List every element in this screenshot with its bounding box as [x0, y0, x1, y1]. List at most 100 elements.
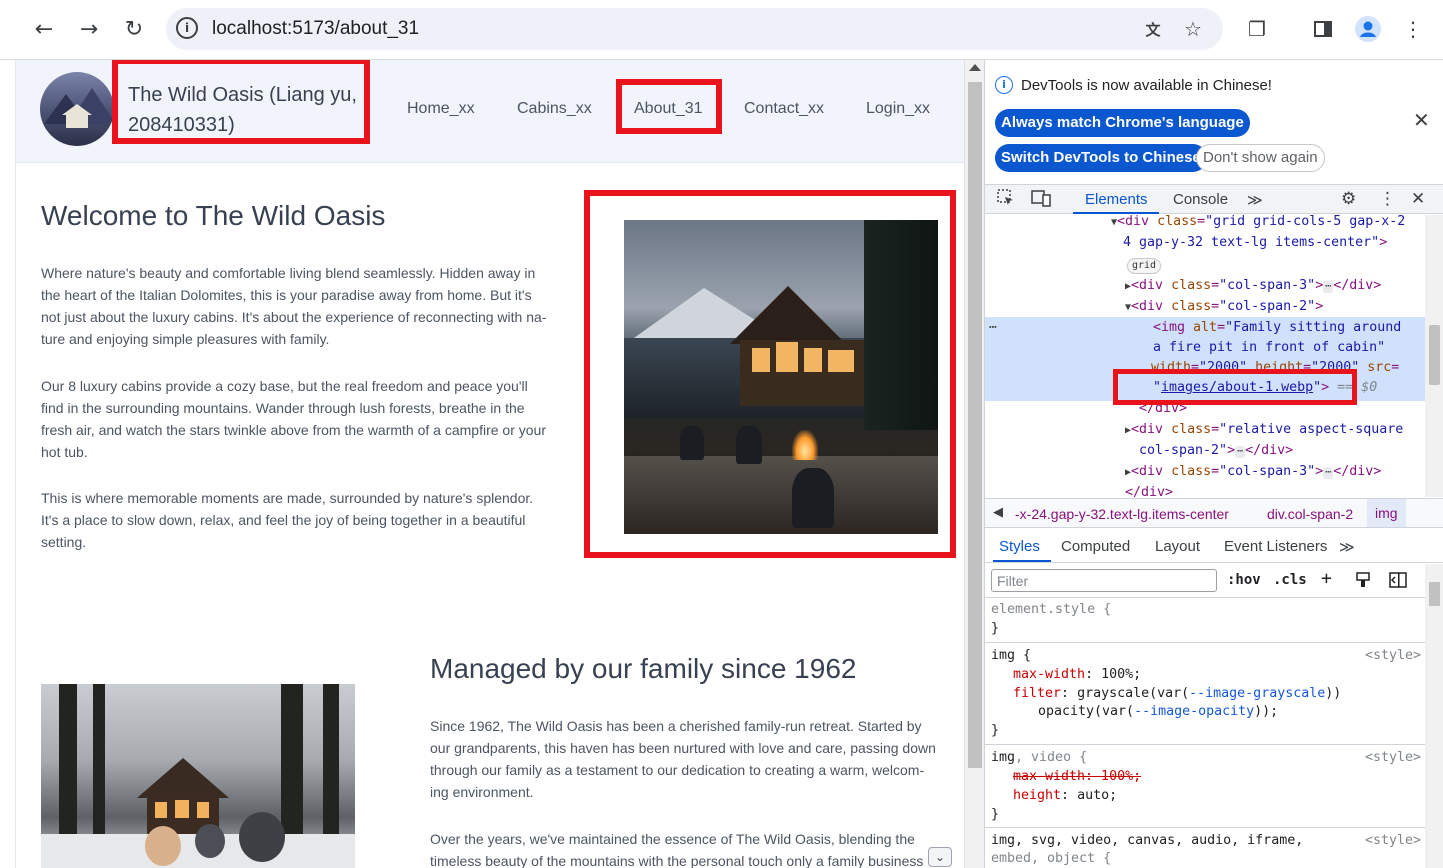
- highlight-box-about: [616, 79, 722, 134]
- highlight-box-image: [584, 190, 956, 558]
- about-paragraph-2: Our 8 luxury cabins provide a cozy base,…: [41, 378, 546, 460]
- dom-node-img[interactable]: <img alt="Family sitting around: [1153, 317, 1401, 338]
- img-video-rule-height[interactable]: height: auto;: [1013, 786, 1117, 805]
- styles-filter-input[interactable]: Filter: [991, 569, 1217, 592]
- dont-show-again-button[interactable]: Don't show again: [1196, 144, 1325, 172]
- img-rule-filter[interactable]: filter: grayscale(var(--image-grayscale)…: [1013, 684, 1341, 703]
- dom-tree-scrollbar[interactable]: [1425, 215, 1443, 497]
- close-icon[interactable]: ✕: [1413, 108, 1430, 132]
- nav-link-login[interactable]: Login_xx: [866, 100, 930, 118]
- page-scrollbar[interactable]: [964, 60, 984, 868]
- dom-node-col-span-3[interactable]: ▶<div class="col-span-3"> ⋯ </div>: [1125, 275, 1381, 297]
- highlight-box-src: [1113, 369, 1357, 405]
- tab-layout[interactable]: Layout: [1155, 538, 1200, 555]
- profile-avatar-icon[interactable]: [1353, 14, 1383, 44]
- element-style-selector: element.style {: [991, 602, 1112, 617]
- address-bar[interactable]: i localhost:5173/about_31 文 ☆: [166, 8, 1223, 50]
- node-actions-icon[interactable]: ⋯: [989, 317, 997, 338]
- extensions-icon[interactable]: ❐: [1242, 14, 1272, 44]
- scroll-up-arrow-icon[interactable]: [969, 64, 981, 71]
- img-rule-max-width[interactable]: max-width: 100%;: [1013, 665, 1141, 684]
- styles-filter-placeholder: Filter: [997, 573, 1029, 589]
- img-video-rule-close: }: [991, 807, 1000, 822]
- page-scrollbar-thumb[interactable]: [968, 82, 982, 768]
- css-rule-element-style[interactable]: element.style { }: [985, 598, 1425, 643]
- dom-tree-scrollbar-thumb[interactable]: [1429, 325, 1440, 385]
- breadcrumb-item-img[interactable]: img: [1367, 499, 1406, 527]
- nav-link-contact[interactable]: Contact_xx: [744, 100, 824, 118]
- active-tab-indicator: [1073, 212, 1159, 214]
- dom-node-col-span-2[interactable]: ▼<div class="col-span-2">: [1125, 296, 1323, 318]
- browser-menu-icon[interactable]: ⋮: [1398, 14, 1428, 44]
- close-devtools-icon[interactable]: ✕: [1411, 189, 1425, 209]
- tab-computed[interactable]: Computed: [1061, 538, 1130, 555]
- switch-language-button[interactable]: Switch DevTools to Chinese: [995, 144, 1207, 172]
- devtools-panel: i DevTools is now available in Chinese! …: [984, 60, 1443, 868]
- chevron-down-icon[interactable]: ⌄: [928, 847, 952, 867]
- breadcrumb-item-grid[interactable]: -x-24.gap-y-32.text-lg.items-center: [1015, 506, 1229, 522]
- replaced-rule-origin[interactable]: <style>: [1365, 831, 1421, 850]
- paint-brush-icon[interactable]: [1355, 572, 1371, 592]
- welcome-heading: Welcome to The Wild Oasis: [41, 200, 386, 231]
- back-icon[interactable]: ←: [29, 14, 59, 44]
- grid-badge[interactable]: grid: [1127, 254, 1162, 275]
- dom-node-col-span-3-b[interactable]: ▶<div class="col-span-3"> ⋯ </div>: [1125, 461, 1381, 483]
- reload-icon[interactable]: ↻: [119, 14, 149, 44]
- css-rule-replaced-elements[interactable]: img, svg, video, canvas, audio, iframe, …: [985, 829, 1425, 868]
- web-page: The Wild Oasis (Liang yu, 208410331) Hom…: [16, 60, 964, 868]
- more-tabs-icon[interactable]: ≫: [1247, 191, 1263, 209]
- translate-icon[interactable]: 文: [1140, 16, 1166, 42]
- nav-link-home[interactable]: Home_xx: [407, 100, 475, 118]
- site-header: The Wild Oasis (Liang yu, 208410331) Hom…: [16, 60, 964, 163]
- devtools-language-notice: DevTools is now available in Chinese!: [1021, 77, 1272, 94]
- side-panel-icon[interactable]: [1308, 14, 1338, 44]
- inspect-element-icon[interactable]: [997, 189, 1015, 212]
- breadcrumb-scroll-left-icon[interactable]: ◀: [993, 505, 1003, 520]
- img-video-rule-selector: img, video {: [991, 750, 1088, 765]
- tab-event-listeners[interactable]: Event Listeners: [1224, 538, 1327, 555]
- replaced-rule-selector-cont: embed, object {: [991, 851, 1112, 866]
- about-paragraph-3: This is where memorable moments are made…: [41, 490, 534, 550]
- nav-link-cabins[interactable]: Cabins_xx: [517, 100, 592, 118]
- devtools-tab-bar: Elements Console ≫ ⚙ ⋮ ✕: [985, 184, 1443, 214]
- device-toolbar-icon[interactable]: [1031, 189, 1051, 212]
- settings-gear-icon[interactable]: ⚙: [1341, 189, 1356, 209]
- class-toggle[interactable]: .cls: [1273, 572, 1307, 588]
- about-paragraph-5: Over the years, we've maintained the ess…: [430, 831, 924, 868]
- site-logo[interactable]: [40, 72, 114, 146]
- family-heading: Managed by our family since 1962: [430, 653, 857, 684]
- styles-pane-tabs: Styles Computed Layout Event Listeners ≫: [985, 529, 1443, 563]
- site-info-icon[interactable]: i: [176, 17, 198, 39]
- breadcrumb: ◀ -x-24.gap-y-32.text-lg.items-center di…: [985, 498, 1443, 528]
- devtools-menu-icon[interactable]: ⋮: [1379, 189, 1396, 209]
- bookmark-star-icon[interactable]: ☆: [1180, 16, 1206, 42]
- toggle-sidebar-icon[interactable]: [1389, 572, 1407, 592]
- dom-node-grid[interactable]: ▼<div class="grid grid-cols-5 gap-x-2: [1111, 215, 1405, 233]
- css-rule-img-video[interactable]: img, video { <style> max-width: 100%; he…: [985, 746, 1425, 828]
- img-rule-origin[interactable]: <style>: [1365, 646, 1421, 665]
- dom-node-relative-aspect[interactable]: ▶<div class="relative aspect-square: [1125, 419, 1403, 441]
- img-video-rule-max-width[interactable]: max-width: 100%;: [1013, 767, 1141, 786]
- about-paragraph-1: Where nature's beauty and comfortable li…: [41, 265, 547, 347]
- more-style-tabs-icon[interactable]: ≫: [1339, 538, 1355, 556]
- family-cabin-winter-image: [41, 684, 355, 868]
- tab-elements[interactable]: Elements: [1085, 191, 1148, 208]
- img-video-rule-origin[interactable]: <style>: [1365, 748, 1421, 767]
- styles-scrollbar-thumb[interactable]: [1429, 582, 1440, 606]
- styles-filter-bar: Filter :hov .cls +: [985, 564, 1425, 598]
- forward-icon[interactable]: →: [74, 14, 104, 44]
- tab-console[interactable]: Console: [1173, 191, 1228, 208]
- match-language-button[interactable]: Always match Chrome's language: [995, 109, 1250, 137]
- styles-scrollbar[interactable]: [1425, 564, 1443, 868]
- highlight-box-title: [112, 60, 370, 144]
- breadcrumb-item-col-span-2[interactable]: div.col-span-2: [1267, 506, 1353, 522]
- address-bar-url[interactable]: localhost:5173/about_31: [212, 18, 419, 40]
- css-rule-img[interactable]: img { <style> max-width: 100%; filter: g…: [985, 644, 1425, 745]
- elements-dom-tree[interactable]: ▼<div class="grid grid-cols-5 gap-x-2 4 …: [985, 215, 1425, 497]
- hover-state-toggle[interactable]: :hov: [1227, 572, 1261, 588]
- window-edge: [0, 60, 16, 868]
- tab-styles[interactable]: Styles: [999, 538, 1040, 555]
- replaced-rule-selector: img, svg, video, canvas, audio, iframe,: [991, 833, 1304, 848]
- dom-node-img-alt-cont: a fire pit in front of cabin": [1153, 340, 1386, 355]
- new-rule-plus-icon[interactable]: +: [1321, 568, 1332, 589]
